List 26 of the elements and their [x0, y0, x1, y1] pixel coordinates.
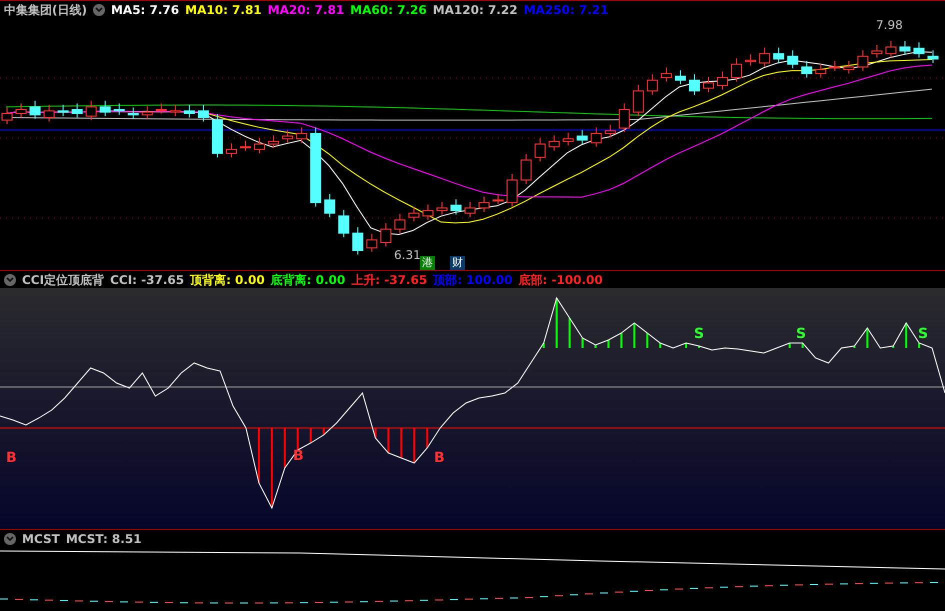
- event-badge[interactable]: 港: [420, 256, 435, 270]
- indicator-value: 上升: -37.65: [351, 272, 428, 286]
- indicator-title: CCI定位顶底背: [22, 272, 104, 286]
- indicator-value: 底背离: 0.00: [270, 272, 346, 286]
- low-price-label: 6.31: [394, 248, 421, 262]
- indicator-value: 底部: -100.00: [518, 272, 603, 286]
- indicator-title: MCST: [22, 532, 60, 546]
- signal-marker: B: [6, 450, 17, 466]
- chart-title: 中集集团(日线): [4, 2, 87, 16]
- signal-marker: S: [694, 326, 704, 342]
- indicator-value: MA20: 7.81: [268, 2, 344, 16]
- indicator-value: 顶部: 100.00: [433, 272, 512, 286]
- signal-marker: B: [434, 450, 445, 466]
- indicator-value: MCST: 8.51: [66, 532, 142, 546]
- indicator-value: MA250: 7.21: [524, 2, 608, 16]
- indicator-value: MA5: 7.76: [110, 2, 180, 16]
- indicator-value: 顶背离: 0.00: [190, 272, 265, 286]
- indicator-value: CCI: -37.65: [110, 272, 184, 286]
- indicator-value: MA60: 7.26: [350, 2, 427, 16]
- signal-marker: S: [918, 326, 928, 342]
- event-badge[interactable]: 财: [450, 256, 465, 270]
- signal-marker: S: [796, 326, 806, 342]
- high-price-label: 7.98: [876, 18, 903, 32]
- indicator-value: MA10: 7.81: [185, 2, 262, 16]
- signal-marker: B: [293, 448, 304, 464]
- indicator-value: MA120: 7.22: [432, 2, 518, 16]
